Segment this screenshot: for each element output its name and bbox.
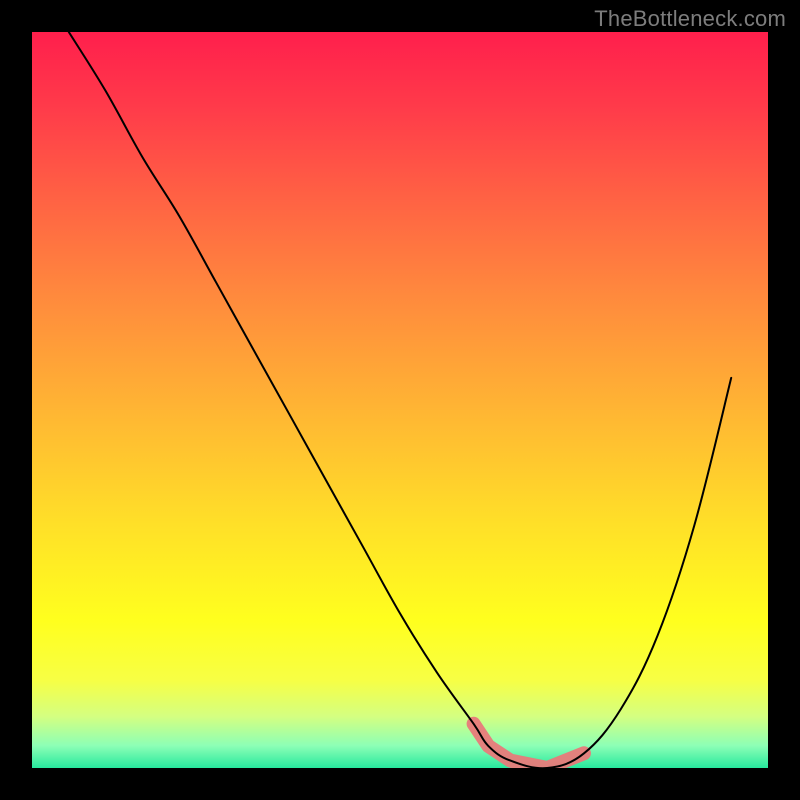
- plot-gradient-area: [32, 32, 768, 768]
- chart-stage: TheBottleneck.com: [0, 0, 800, 800]
- optimal-band: [474, 724, 584, 768]
- bottleneck-curve: [69, 32, 731, 768]
- chart-overlay-svg: [32, 32, 768, 768]
- attribution-label: TheBottleneck.com: [594, 6, 786, 32]
